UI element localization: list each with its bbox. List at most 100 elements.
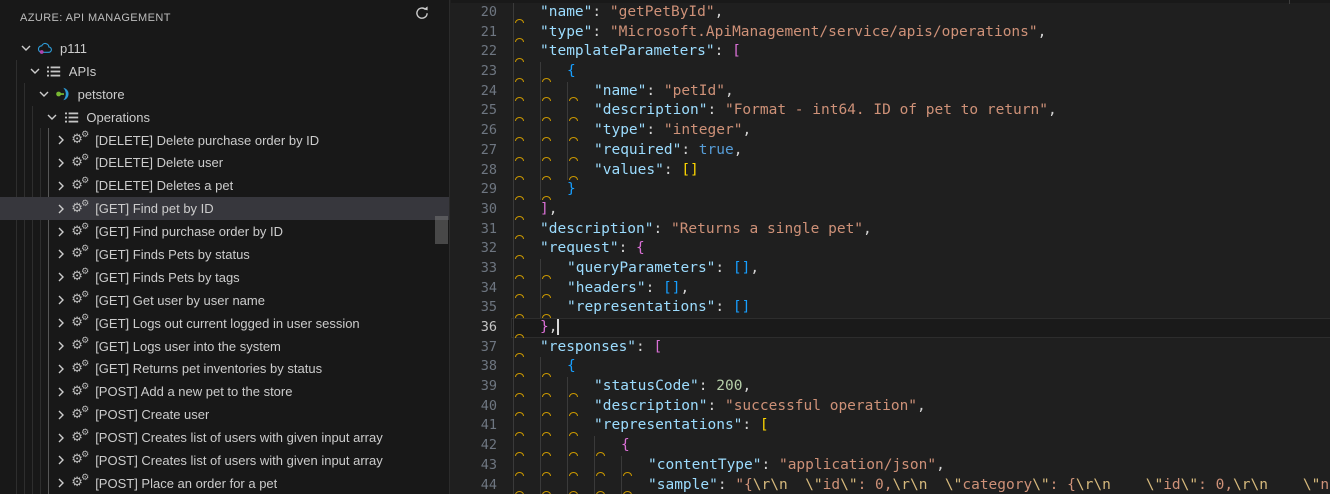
indent-guide [567,121,568,141]
chevron-right-icon[interactable] [53,315,69,331]
editor-line[interactable]: 20 "name": "getPetById", [451,3,1330,23]
line-number: 23 [480,63,497,80]
code-area[interactable]: 20 "name": "getPetById", 21 "type": "Micros… [451,3,1330,494]
gears-icon: ⚙ ⚙ [71,244,90,262]
chevron-right-icon[interactable] [53,407,69,423]
tree-item-label: petstore [77,86,125,102]
tree-item[interactable]: ⚙ ⚙ [GET] Logs user into the system [0,335,449,358]
chevron-down-icon[interactable] [18,40,34,56]
line-number: 24 [480,82,497,99]
chevron-right-icon[interactable] [53,475,69,491]
tree-item[interactable]: ⚙ ⚙ [POST] Creates list of users with give… [0,426,449,449]
chevron-right-icon[interactable] [53,155,69,171]
tree-item[interactable]: ⚙ ⚙ [GET] Logs out current logged in user … [0,312,449,335]
chevron-right-icon[interactable] [53,361,69,377]
indent-guide [567,101,568,122]
chevron-right-icon[interactable] [53,292,69,308]
gears-icon: ⚙ ⚙ [71,450,90,468]
tree-item[interactable]: petstore [0,83,449,106]
sidebar-header: AZURE: API MANAGEMENT [0,0,449,35]
tree-item[interactable]: ⚙ ⚙ [DELETE] Delete user [0,151,449,174]
tree-scrollbar-thumb[interactable] [435,216,448,244]
editor-line[interactable]: 38 { [451,357,1330,378]
chevron-right-icon[interactable] [53,178,69,194]
chevron-down-icon[interactable] [44,109,60,125]
editor-line[interactable]: 32 "request": { [451,239,1330,259]
editor-line[interactable]: 33 "queryParameters": [], [451,258,1330,279]
indent-guide [513,436,514,456]
code-text: "type": "integer", [594,122,752,139]
indent-guide [540,101,541,122]
tree-item[interactable]: ⚙ ⚙ [GET] Find purchase order by ID [0,220,449,243]
editor-line[interactable]: 34 "headers": [], [451,278,1330,299]
tree-item[interactable]: ⚙ ⚙ [GET] Finds Pets by tags [0,266,449,289]
editor-line[interactable]: 30], [451,199,1330,220]
tree-item-label: Operations [86,109,150,125]
editor-line[interactable]: 28 "values": [] [451,160,1330,181]
indent-guide [540,258,541,279]
chevron-right-icon[interactable] [53,224,69,240]
editor-line[interactable]: 41 "representations": [ [451,416,1330,437]
editor-line[interactable]: 40 "description": "successful operation", [451,396,1330,417]
tree-item[interactable]: APIs [0,60,449,83]
indent-guide [567,436,568,456]
editor-line[interactable]: 44 "sample": "{\r\n \"id\": 0,\r\n \"cate… [451,475,1330,494]
chevron-down-icon[interactable] [27,63,43,79]
editor-line[interactable]: 39 "statusCode": 200, [451,377,1330,397]
editor-line[interactable]: 42 { [451,436,1330,456]
tree-item[interactable]: ⚙ ⚙ [POST] Create user [0,403,449,426]
tree-item[interactable]: ⚙ ⚙ [DELETE] Delete purchase order by ID [0,129,449,152]
tree-item[interactable]: Operations [0,106,449,129]
editor-line[interactable]: 31 "description": "Returns a single pet", [451,219,1330,240]
tree-item[interactable]: ⚙ ⚙ [GET] Returns pet inventories by statu… [0,357,449,380]
chevron-right-icon[interactable] [53,452,69,468]
indent-guide [567,475,568,494]
gears-icon: ⚙ ⚙ [71,221,90,239]
editor-line[interactable]: 35 "representations": [] [451,298,1330,318]
editor-line[interactable]: 27 "required": true, [451,140,1330,161]
code-text: "templateParameters": [ [540,43,741,60]
tree-item-selected[interactable]: ⚙ ⚙ [GET] Find pet by ID [0,197,449,221]
indent-guide [540,121,541,141]
chevron-right-icon[interactable] [53,430,69,446]
editor-line[interactable]: 26 "type": "integer", [451,121,1330,141]
editor-line[interactable]: 36}, [451,318,1330,338]
indent-guide [513,416,514,437]
tree-item-label: [POST] Creates list of users with given … [95,430,383,446]
json-editor[interactable]: 20 "name": "getPetById", 21 "type": "Micros… [451,0,1330,494]
chevron-right-icon[interactable] [53,246,69,262]
code-text: "description": "Format - int64. ID of pe… [594,102,1057,119]
tree-item[interactable]: p111 [0,37,449,60]
tree-item[interactable]: ⚙ ⚙ [POST] Add a new pet to the store [0,380,449,403]
chevron-right-icon[interactable] [53,269,69,285]
tree-item[interactable]: ⚙ ⚙ [GET] Get user by user name [0,289,449,312]
line-number: 33 [480,259,497,276]
editor-line[interactable]: 21 "type": "Microsoft.ApiManagement/servi… [451,22,1330,43]
current-line-highlight [511,318,1330,338]
editor-line[interactable]: 23 { [451,62,1330,82]
indent-guide [513,22,514,43]
tree-item[interactable]: ⚙ ⚙ [DELETE] Deletes a pet [0,174,449,197]
editor-line[interactable]: 29} [451,180,1330,200]
code-text: "representations": [] [567,299,751,316]
chevron-down-icon[interactable] [36,86,52,102]
indent-guide [540,62,541,82]
code-text: "request": { [540,240,645,257]
tree-item[interactable]: ⚙ ⚙ [GET] Finds Pets by status [0,243,449,266]
line-number: 42 [480,437,497,454]
chevron-right-icon[interactable] [53,338,69,354]
chevron-right-icon[interactable] [53,384,69,400]
editor-line[interactable]: 37 "responses": [ [451,337,1330,358]
editor-line[interactable]: 25 "description": "Format - int64. ID of … [451,101,1330,122]
chevron-right-icon[interactable] [53,132,69,148]
code-text: "required": true, [594,141,743,158]
tree-item[interactable]: ⚙ ⚙ [POST] Creates list of users with give… [0,449,449,472]
editor-line[interactable]: 43 "contentType": "application/json", [451,455,1330,476]
tree-item-label: [DELETE] Delete user [95,155,224,171]
refresh-icon[interactable] [411,2,433,24]
chevron-right-icon[interactable] [53,201,69,217]
editor-line[interactable]: 24 "name": "petId", [451,81,1330,102]
editor-line[interactable]: 22 "templateParameters": [ [451,42,1330,63]
indent-guide [540,416,541,437]
tree-item[interactable]: ⚙ ⚙ [POST] Place an order for a pet [0,472,449,494]
